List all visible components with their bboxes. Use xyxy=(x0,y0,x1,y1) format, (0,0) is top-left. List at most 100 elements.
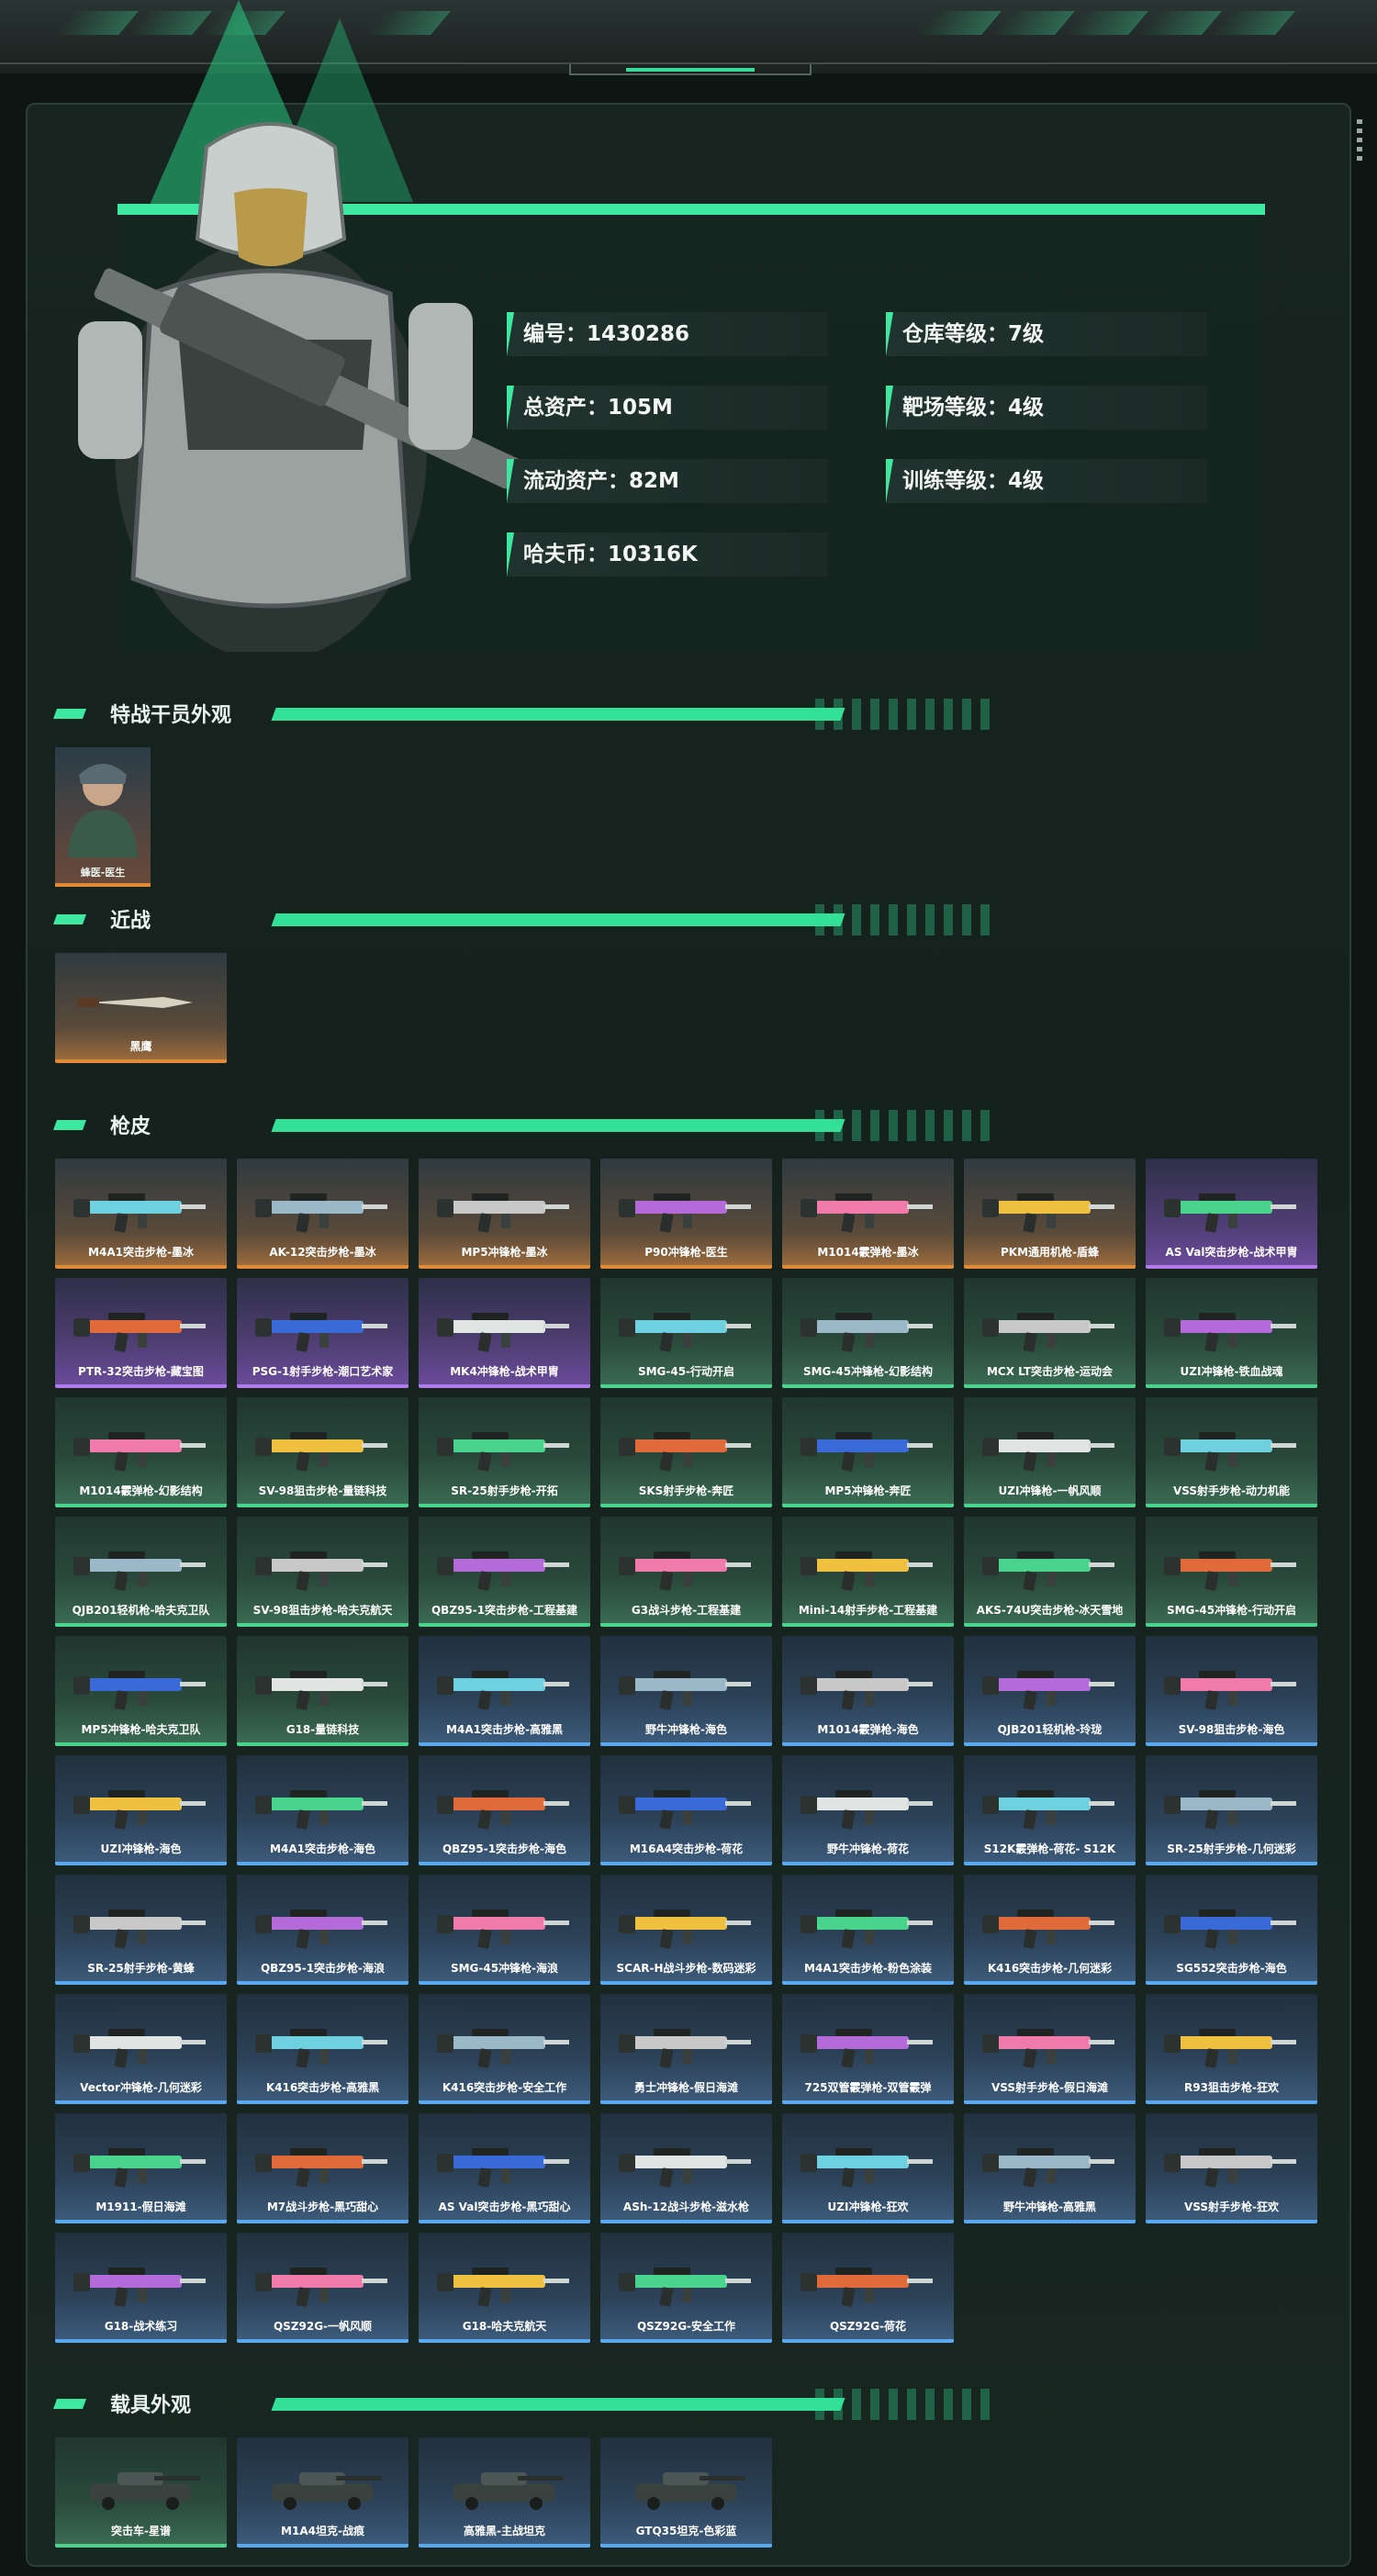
skin-card[interactable]: AK-12突击步枪-墨冰 xyxy=(237,1159,409,1269)
skin-name: MP5冲锋枪-哈夫克卫队 xyxy=(81,1723,201,1736)
skin-card[interactable]: QSZ92G-荷花 xyxy=(782,2233,954,2343)
skin-card[interactable]: SG552突击步枪-海色 xyxy=(1146,1875,1317,1985)
skin-card[interactable]: UZI冲锋枪-铁血战魂 xyxy=(1146,1278,1317,1388)
weapon-icon xyxy=(800,1432,933,1472)
stat-id: 编号：1430286 xyxy=(507,312,828,356)
weapon-icon xyxy=(73,2268,206,2307)
skin-card[interactable]: MP5冲锋枪-奔匠 xyxy=(782,1397,954,1507)
weapon-icon xyxy=(800,1910,933,1949)
skin-card[interactable]: Vector冲锋枪-几何迷彩 xyxy=(55,1994,227,2104)
skin-card[interactable]: PTR-32突击步枪-藏宝图 xyxy=(55,1278,227,1388)
skin-card[interactable]: ASh-12战斗步枪-滋水枪 xyxy=(600,2113,772,2223)
weapon-icon xyxy=(73,1790,206,1830)
skin-card[interactable]: VSS射手步枪-假日海滩 xyxy=(964,1994,1136,2104)
skin-name: M7战斗步枪-黑巧甜心 xyxy=(266,2201,379,2213)
skin-card[interactable]: QBZ95-1突击步枪-海浪 xyxy=(237,1875,409,1985)
skin-card[interactable]: M4A1突击步枪-墨冰 xyxy=(55,1159,227,1269)
vehicle-card[interactable]: 高雅黑-主战坦克 xyxy=(419,2437,590,2548)
skin-name: MP5冲锋枪-墨冰 xyxy=(461,1246,548,1259)
skin-card[interactable]: 野牛冲锋枪-荷花 xyxy=(782,1755,954,1865)
skin-card[interactable]: M1014霰弹枪-墨冰 xyxy=(782,1159,954,1269)
skin-card[interactable]: M7战斗步枪-黑巧甜心 xyxy=(237,2113,409,2223)
vehicle-card[interactable]: GTQ35坦克-色彩蓝 xyxy=(600,2437,772,2548)
skin-card[interactable]: SV-98狙击步枪-量链科技 xyxy=(237,1397,409,1507)
weapon-icon xyxy=(437,1551,569,1591)
skin-card[interactable]: G18-量链科技 xyxy=(237,1636,409,1746)
skin-card[interactable]: QJB201轻机枪-哈夫克卫队 xyxy=(55,1517,227,1627)
skin-card[interactable]: AS Val突击步枪-战术甲胄 xyxy=(1146,1159,1317,1269)
skin-card[interactable]: K416突击步枪-几何迷彩 xyxy=(964,1875,1136,1985)
skin-card[interactable]: SV-98狙击步枪-哈夫克航天 xyxy=(237,1517,409,1627)
skin-card[interactable]: UZI冲锋枪-狂欢 xyxy=(782,2113,954,2223)
skin-card[interactable]: M4A1突击步枪-海色 xyxy=(237,1755,409,1865)
skin-card[interactable]: 野牛冲锋枪-高雅黑 xyxy=(964,2113,1136,2223)
weapon-icon xyxy=(800,1671,933,1710)
skin-card[interactable]: S12K霰弹枪-荷花- S12K xyxy=(964,1755,1136,1865)
skin-card[interactable]: M4A1突击步枪-高雅黑 xyxy=(419,1636,590,1746)
skin-card[interactable]: SR-25射手步枪-黄蜂 xyxy=(55,1875,227,1985)
section-title: 近战 xyxy=(110,910,151,933)
skin-card[interactable]: SKS射手步枪-奔匠 xyxy=(600,1397,772,1507)
skin-name: K416突击步枪-几何迷彩 xyxy=(987,1962,1113,1975)
skin-card[interactable]: QJB201轻机枪-玲珑 xyxy=(964,1636,1136,1746)
skin-card[interactable]: Mini-14射手步枪-工程基建 xyxy=(782,1517,954,1627)
skin-name: M1014霰弹枪-墨冰 xyxy=(817,1246,919,1259)
weapon-icon xyxy=(73,1313,206,1352)
weapon-icon xyxy=(982,1910,1114,1949)
skin-card[interactable]: 725双管霰弹枪-双管霰弹 xyxy=(782,1994,954,2104)
skin-card[interactable]: K416突击步枪-安全工作 xyxy=(419,1994,590,2104)
skin-card[interactable]: QSZ92G-安全工作 xyxy=(600,2233,772,2343)
skin-card[interactable]: SR-25射手步枪-几何迷彩 xyxy=(1146,1755,1317,1865)
skin-card[interactable]: SMG-45-行动开启 xyxy=(600,1278,772,1388)
skin-card[interactable]: MCX LT突击步枪-运动会 xyxy=(964,1278,1136,1388)
weapon-icon xyxy=(73,1671,206,1710)
skin-card[interactable]: P90冲锋枪-医生 xyxy=(600,1159,772,1269)
skin-card[interactable]: K416突击步枪-高雅黑 xyxy=(237,1994,409,2104)
skin-name: QBZ95-1突击步枪-海浪 xyxy=(260,1962,386,1975)
skin-card[interactable]: M16A4突击步枪-荷花 xyxy=(600,1755,772,1865)
weapon-icon xyxy=(437,1193,569,1233)
skin-card[interactable]: PKM通用机枪-盾蜂 xyxy=(964,1159,1136,1269)
skin-card[interactable]: G18-哈夫克航天 xyxy=(419,2233,590,2343)
skin-card[interactable]: 野牛冲锋枪-海色 xyxy=(600,1636,772,1746)
skin-card[interactable]: M1911-假日海滩 xyxy=(55,2113,227,2223)
skin-card[interactable]: MK4冲锋枪-战术甲胄 xyxy=(419,1278,590,1388)
scroll-indicator[interactable] xyxy=(1357,119,1362,165)
skin-card[interactable]: M1014霰弹枪-海色 xyxy=(782,1636,954,1746)
skin-card[interactable]: M4A1突击步枪-粉色涂装 xyxy=(782,1875,954,1985)
skin-card[interactable]: SV-98狙击步枪-海色 xyxy=(1146,1636,1317,1746)
skin-card[interactable]: M1014霰弹枪-幻影结构 xyxy=(55,1397,227,1507)
skin-card[interactable]: MP5冲锋枪-哈夫克卫队 xyxy=(55,1636,227,1746)
skin-name: AS Val突击步枪-黑巧甜心 xyxy=(438,2201,571,2213)
skin-card[interactable]: PSG-1射手步枪-潮口艺术家 xyxy=(237,1278,409,1388)
skin-card[interactable]: R93狙击步枪-狂欢 xyxy=(1146,1994,1317,2104)
skin-name: S12K霰弹枪-荷花- S12K xyxy=(983,1842,1116,1855)
skin-card[interactable]: 勇士冲锋枪-假日海滩 xyxy=(600,1994,772,2104)
weapon-icon xyxy=(1164,1671,1296,1710)
skin-card[interactable]: AKS-74U突击步枪-冰天雪地 xyxy=(964,1517,1136,1627)
skin-card[interactable]: UZI冲锋枪-一帆风顺 xyxy=(964,1397,1136,1507)
skin-card[interactable]: VSS射手步枪-动力机能 xyxy=(1146,1397,1317,1507)
skin-card[interactable]: G18-战术练习 xyxy=(55,2233,227,2343)
vehicle-card[interactable]: 突击车-星谱 xyxy=(55,2437,227,2548)
skin-card[interactable]: QSZ92G-一帆风顺 xyxy=(237,2233,409,2343)
melee-card[interactable]: 黑鹰 xyxy=(55,953,227,1063)
skin-card[interactable]: SMG-45冲锋枪-海浪 xyxy=(419,1875,590,1985)
skin-card[interactable]: SCAR-H战斗步枪-数码迷彩 xyxy=(600,1875,772,1985)
skin-card[interactable]: SMG-45冲锋枪-幻影结构 xyxy=(782,1278,954,1388)
skin-name: QBZ95-1突击步枪-工程基建 xyxy=(431,1604,578,1617)
skin-card[interactable]: VSS射手步枪-狂欢 xyxy=(1146,2113,1317,2223)
skin-card[interactable]: SR-25射手步枪-开拓 xyxy=(419,1397,590,1507)
skin-card[interactable]: AS Val突击步枪-黑巧甜心 xyxy=(419,2113,590,2223)
operator-card[interactable]: 蜂医-医生 xyxy=(55,747,151,887)
skin-name: M1911-假日海滩 xyxy=(95,2201,186,2213)
skin-card[interactable]: MP5冲锋枪-墨冰 xyxy=(419,1159,590,1269)
skin-card[interactable]: G3战斗步枪-工程基建 xyxy=(600,1517,772,1627)
skin-name: 野牛冲锋枪-高雅黑 xyxy=(1003,2201,1096,2213)
skin-card[interactable]: QBZ95-1突击步枪-工程基建 xyxy=(419,1517,590,1627)
skin-card[interactable]: UZI冲锋枪-海色 xyxy=(55,1755,227,1865)
weapon-icon xyxy=(619,1910,751,1949)
vehicle-card[interactable]: M1A4坦克-战痕 xyxy=(237,2437,409,2548)
skin-card[interactable]: QBZ95-1突击步枪-海色 xyxy=(419,1755,590,1865)
skin-card[interactable]: SMG-45冲锋枪-行动开启 xyxy=(1146,1517,1317,1627)
